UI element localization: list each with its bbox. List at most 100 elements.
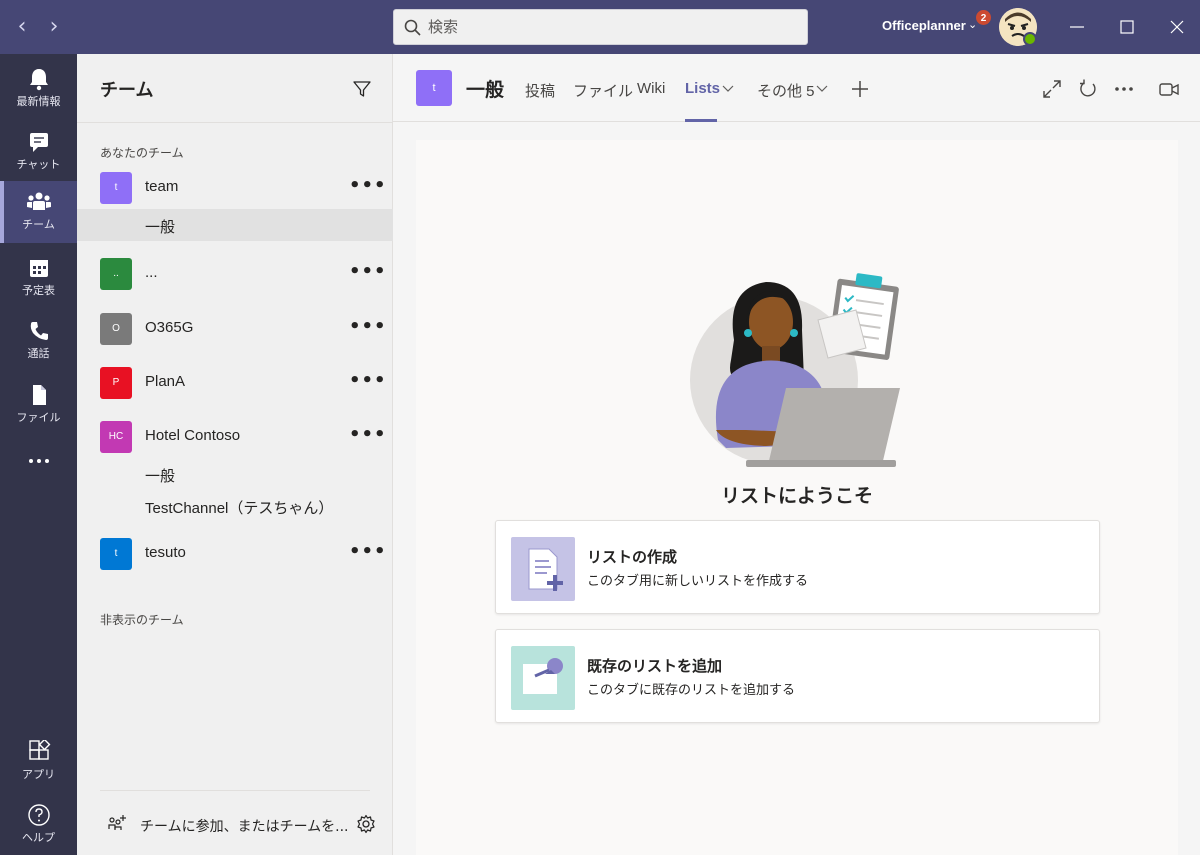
more-options-icon[interactable]: ••• <box>349 261 387 282</box>
team-avatar: .. <box>100 258 132 290</box>
rail-item-calls[interactable]: 通話 <box>0 310 77 372</box>
back-arrow-icon[interactable]: ‹ <box>10 14 34 40</box>
team-avatar: P <box>100 367 132 399</box>
rail-item-teams[interactable]: チーム <box>0 181 77 243</box>
presence-available-icon <box>1023 32 1037 46</box>
more-options-icon[interactable]: ••• <box>349 175 387 196</box>
calendar-icon <box>29 260 48 277</box>
team-name: O365G <box>145 319 194 336</box>
divider <box>77 122 393 123</box>
team-row-dots[interactable]: .. ... ••• <box>77 251 393 297</box>
notification-badge: 2 <box>975 9 992 26</box>
divider <box>100 790 370 791</box>
welcome-title: リストにようこそ <box>720 485 873 507</box>
add-existing-list-icon <box>511 646 575 710</box>
apps-icon <box>28 740 50 760</box>
add-existing-list-card[interactable]: 既存のリストを追加 このタブに既存のリストを追加する <box>495 629 1100 723</box>
chevron-down-icon[interactable] <box>816 84 828 94</box>
close-icon[interactable] <box>1162 12 1192 42</box>
tab-wiki[interactable]: Wiki <box>637 80 665 97</box>
team-row-tesuto[interactable]: t tesuto ••• <box>77 531 393 577</box>
rail-label: ヘルプ <box>22 831 55 844</box>
tab-lists[interactable]: Lists <box>685 80 720 97</box>
more-options-icon[interactable]: ••• <box>349 316 387 337</box>
team-row-team[interactable]: t team ••• <box>77 165 393 211</box>
title-bar: ‹ › Officeplanner ⌄ 2 <box>0 0 1200 54</box>
team-name: team <box>145 178 179 195</box>
team-row-hotel-contoso[interactable]: HC Hotel Contoso ••• <box>77 414 393 460</box>
chat-icon <box>29 133 48 152</box>
channel-header: t 一般 投稿 ファイル Wiki Lists その他 5 <box>393 54 1200 122</box>
team-avatar: t <box>416 70 452 106</box>
card-description: このタブに既存のリストを追加する <box>587 683 796 698</box>
channel-name: 一般 <box>145 219 176 236</box>
rail-label: 最新情報 <box>16 95 61 108</box>
search-box[interactable] <box>393 9 808 45</box>
create-list-card[interactable]: リストの作成 このタブ用に新しいリストを作成する <box>495 520 1100 614</box>
bell-icon <box>29 69 48 91</box>
search-icon <box>404 19 421 36</box>
team-avatar: O <box>100 313 132 345</box>
team-avatar: t <box>100 538 132 570</box>
card-title: 既存のリストを追加 <box>587 657 723 675</box>
rail-label: アプリ <box>22 768 55 781</box>
rail-item-more[interactable] <box>0 440 77 502</box>
chevron-down-icon[interactable] <box>722 84 734 94</box>
rail-item-chat[interactable]: チャット <box>0 121 77 183</box>
channel-row-testchannel[interactable]: TestChannel（テスちゃん） <box>77 490 393 522</box>
maximize-icon[interactable] <box>1112 12 1142 42</box>
rail-item-activity[interactable]: 最新情報 <box>0 58 77 120</box>
gear-icon[interactable] <box>356 814 376 834</box>
card-description: このタブ用に新しいリストを作成する <box>587 574 809 589</box>
team-name: ... <box>145 264 158 281</box>
hidden-teams-label[interactable]: 非表示のチーム <box>100 611 184 628</box>
more-options-icon[interactable]: ••• <box>349 370 387 391</box>
rail-item-help[interactable]: ヘルプ <box>0 794 77 855</box>
account-name[interactable]: Officeplanner <box>882 18 966 33</box>
add-tab-icon[interactable] <box>851 80 869 98</box>
tab-more[interactable]: その他 5 <box>757 80 815 101</box>
more-options-icon[interactable]: ••• <box>349 541 387 562</box>
channel-title: 一般 <box>466 79 505 101</box>
rail-item-calendar[interactable]: 予定表 <box>0 247 77 309</box>
rail-label: 通話 <box>27 347 50 360</box>
tab-files[interactable]: ファイル <box>573 80 633 101</box>
rail-label: チーム <box>22 218 55 231</box>
filter-icon[interactable] <box>352 79 372 99</box>
welcome-illustration <box>690 273 900 467</box>
team-name: tesuto <box>145 544 186 561</box>
team-row-plana[interactable]: P PlanA ••• <box>77 360 393 406</box>
refresh-icon[interactable] <box>1078 79 1098 99</box>
more-options-icon[interactable] <box>1113 79 1135 99</box>
join-or-create-team-link[interactable]: チームに参加、またはチームを... <box>140 816 349 836</box>
file-icon <box>32 385 46 405</box>
search-input[interactable] <box>428 15 798 39</box>
channel-row-general[interactable]: 一般 <box>77 458 393 490</box>
forward-arrow-icon[interactable]: › <box>42 14 66 40</box>
lists-welcome-pane: リストにようこそ リストの作成 このタブ用に新しいリストを作成する 既存のリスト… <box>416 140 1178 855</box>
team-name: PlanA <box>145 373 186 390</box>
tab-posts[interactable]: 投稿 <box>525 80 555 101</box>
meet-now-icon[interactable] <box>1158 79 1180 99</box>
channel-row-general[interactable]: 一般 <box>77 209 393 241</box>
minimize-icon[interactable] <box>1062 12 1092 42</box>
rail-label: ファイル <box>16 411 61 424</box>
teams-panel: チーム あなたのチーム t team ••• 一般 .. ... ••• O O… <box>77 54 393 855</box>
card-title: リストの作成 <box>587 548 678 566</box>
team-name: Hotel Contoso <box>145 427 241 444</box>
panel-title: チーム <box>100 80 154 101</box>
more-options-icon[interactable]: ••• <box>349 424 387 445</box>
create-list-icon <box>511 537 575 601</box>
team-row-o365g[interactable]: O O365G ••• <box>77 306 393 352</box>
channel-name: TestChannel（テスちゃん） <box>145 500 334 517</box>
channel-name: 一般 <box>145 468 176 485</box>
rail-label: 予定表 <box>22 284 55 297</box>
join-team-icon[interactable] <box>107 814 127 834</box>
your-teams-label: あなたのチーム <box>100 146 184 160</box>
rail-label: チャット <box>16 158 61 171</box>
expand-icon[interactable] <box>1042 79 1062 99</box>
rail-item-apps[interactable]: アプリ <box>0 731 77 793</box>
rail-item-files[interactable]: ファイル <box>0 374 77 436</box>
more-icon <box>28 459 49 463</box>
teams-icon <box>26 192 51 210</box>
